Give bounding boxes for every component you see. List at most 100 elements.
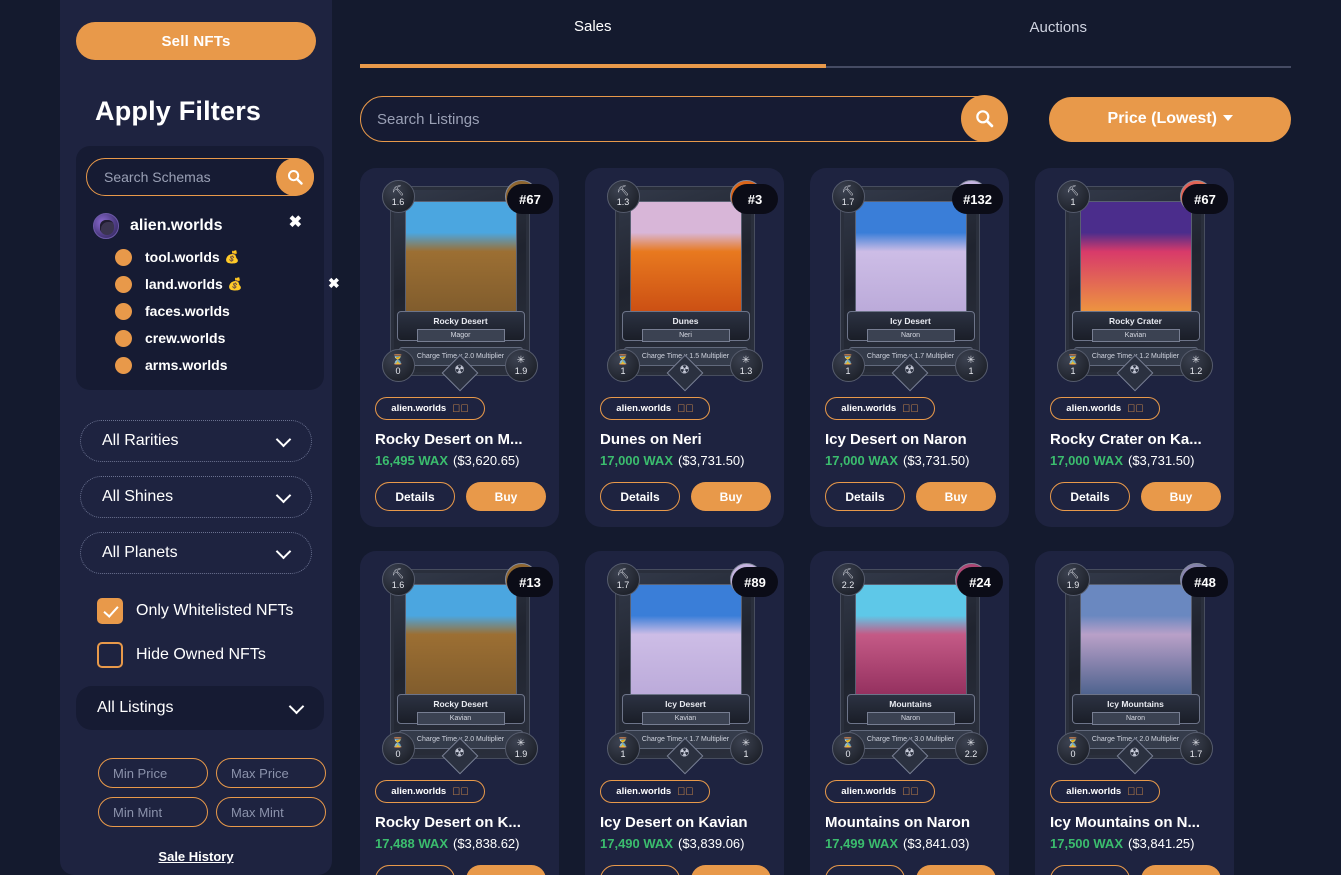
min-price-input[interactable] bbox=[98, 758, 208, 788]
buy-button[interactable]: Buy bbox=[916, 865, 996, 875]
planets-dropdown[interactable]: All Planets bbox=[80, 532, 312, 574]
details-button[interactable]: Details bbox=[1050, 865, 1130, 875]
buy-button[interactable]: Buy bbox=[466, 865, 546, 875]
nft-card[interactable]: #24 ⛏ 2.2 Mountains Naron Charge Time x … bbox=[810, 551, 1009, 875]
details-button[interactable]: Details bbox=[375, 865, 455, 875]
sort-dropdown-button[interactable]: Price (Lowest) bbox=[1049, 96, 1291, 142]
sale-history-link[interactable]: Sale History bbox=[76, 849, 316, 864]
nft-price: 16,495 WAX ($3,620.65) bbox=[375, 453, 547, 468]
nft-card-planet: Naron bbox=[866, 712, 955, 725]
nft-collection-chip[interactable]: alien.worlds ✓⃝ bbox=[600, 780, 710, 803]
nft-card[interactable]: #89 ⛏ 1.7 Icy Desert Kavian Charge Time … bbox=[585, 551, 784, 875]
nft-collection-chip[interactable]: alien.worlds ✓⃝ bbox=[1050, 397, 1160, 420]
nft-collection-chip[interactable]: alien.worlds ✓⃝ bbox=[600, 397, 710, 420]
schema-search-input[interactable] bbox=[104, 159, 274, 195]
tab-auctions[interactable]: Auctions bbox=[825, 0, 1291, 68]
pickaxe-stat: ⛏ 1.6 bbox=[381, 563, 415, 596]
schema-dot-icon bbox=[115, 275, 132, 293]
nft-card[interactable]: #3 ⛏ 1.3 Dunes Neri Charge Time x 1.5 Mu… bbox=[585, 168, 784, 527]
shines-dropdown[interactable]: All Shines bbox=[80, 476, 312, 518]
only-whitelisted-nfts-checkbox[interactable]: Only Whitelisted NFTs bbox=[97, 598, 316, 624]
schema-item-faces-worlds[interactable]: faces.worlds bbox=[115, 302, 324, 320]
buy-button[interactable]: Buy bbox=[691, 482, 771, 511]
search-icon[interactable] bbox=[961, 95, 1009, 142]
schema-search[interactable] bbox=[86, 158, 314, 196]
schema-dot-icon bbox=[115, 356, 132, 374]
schema-item-crew-worlds[interactable]: crew.worlds bbox=[115, 329, 324, 347]
nft-card[interactable]: #132 ⛏ 1.7 Icy Desert Naron Charge Time … bbox=[810, 168, 1009, 527]
remove-collection-icon[interactable]: ✖ bbox=[289, 215, 302, 231]
nft-collection-chip[interactable]: alien.worlds ✓⃝ bbox=[825, 780, 935, 803]
nft-price-usd: ($3,838.62) bbox=[453, 836, 520, 851]
nft-collection-chip[interactable]: alien.worlds ✓⃝ bbox=[375, 780, 485, 803]
nft-price: 17,499 WAX ($3,841.03) bbox=[825, 836, 997, 851]
nft-price: 17,000 WAX ($3,731.50) bbox=[600, 453, 772, 468]
chevron-down-icon bbox=[288, 698, 305, 715]
buy-button[interactable]: Buy bbox=[466, 482, 546, 511]
details-button[interactable]: Details bbox=[600, 865, 680, 875]
nft-card[interactable]: #48 ⛏ 1.9 Icy Mountains Naron Charge Tim… bbox=[1035, 551, 1234, 875]
money-bag-icon: 💰 bbox=[224, 250, 240, 264]
nft-collection-chip[interactable]: alien.worlds ✓⃝ bbox=[825, 397, 935, 420]
tab-sales[interactable]: Sales bbox=[360, 0, 826, 68]
checkbox-checked-icon[interactable] bbox=[97, 598, 123, 624]
details-button[interactable]: Details bbox=[600, 482, 680, 511]
buy-button[interactable]: Buy bbox=[1141, 482, 1221, 511]
nft-card-planet: Naron bbox=[866, 329, 955, 342]
nft-thumbnail bbox=[629, 201, 742, 321]
schema-item-tool-worlds[interactable]: tool.worlds 💰 bbox=[115, 248, 324, 266]
buy-button[interactable]: Buy bbox=[916, 482, 996, 511]
nft-price-usd: ($3,731.50) bbox=[1128, 453, 1195, 468]
schema-dot-icon bbox=[115, 329, 132, 347]
buy-button[interactable]: Buy bbox=[691, 865, 771, 875]
nft-price-usd: ($3,841.25) bbox=[1128, 836, 1195, 851]
main-content: Sales Auctions Price (Lowest) #67 ⛏ 1.6 bbox=[360, 0, 1291, 875]
delay-stat: ⏳ 1 bbox=[1056, 349, 1090, 382]
delay-stat-value: 0 bbox=[395, 365, 401, 376]
nft-card-actions: Details Buy bbox=[825, 865, 997, 875]
search-input[interactable] bbox=[377, 97, 967, 141]
listings-dropdown[interactable]: All Listings bbox=[76, 686, 324, 730]
price-mint-filters bbox=[98, 758, 326, 827]
buy-button[interactable]: Buy bbox=[1141, 865, 1221, 875]
nft-collection-label: alien.worlds bbox=[841, 403, 897, 414]
nft-title: Rocky Desert on M... bbox=[375, 431, 523, 448]
nft-title: Rocky Desert on K... bbox=[375, 814, 521, 831]
hide-owned-nfts-checkbox[interactable]: Hide Owned NFTs bbox=[97, 642, 316, 668]
nft-collection-label: alien.worlds bbox=[391, 403, 447, 414]
min-mint-input[interactable] bbox=[98, 797, 208, 827]
pickaxe-icon: ⛏ bbox=[1066, 185, 1080, 197]
schema-item-arms-worlds[interactable]: arms.worlds bbox=[115, 356, 324, 374]
max-price-input[interactable] bbox=[216, 758, 326, 788]
nft-price: 17,000 WAX ($3,731.50) bbox=[825, 453, 997, 468]
power-stat-value: 1 bbox=[743, 748, 749, 759]
checkbox-unchecked-icon[interactable] bbox=[97, 642, 123, 668]
nft-card[interactable]: #67 ⛏ 1 Rocky Crater Kavian Charge Time … bbox=[1035, 168, 1234, 527]
nft-card[interactable]: #67 ⛏ 1.6 Rocky Desert Magor Charge Time… bbox=[360, 168, 559, 527]
remove-schema-icon[interactable]: ✖ bbox=[328, 275, 340, 292]
nft-thumbnail bbox=[1079, 201, 1192, 321]
nft-collection-label: alien.worlds bbox=[616, 786, 672, 797]
details-button[interactable]: Details bbox=[825, 865, 905, 875]
nft-thumbnail bbox=[854, 201, 967, 321]
details-button[interactable]: Details bbox=[825, 482, 905, 511]
power-stat-value: 1.9 bbox=[514, 748, 528, 759]
rarities-dropdown-label: All Rarities bbox=[102, 432, 179, 449]
sort-dropdown-label: Price (Lowest) bbox=[1107, 110, 1217, 127]
sell-nfts-button[interactable]: Sell NFTs bbox=[76, 22, 316, 60]
schema-search-icon[interactable] bbox=[276, 158, 314, 196]
nft-card-actions: Details Buy bbox=[1050, 482, 1222, 511]
details-button[interactable]: Details bbox=[1050, 482, 1130, 511]
verified-check-icon: ✓⃝ bbox=[902, 402, 919, 415]
nft-collection-chip[interactable]: alien.worlds ✓⃝ bbox=[1050, 780, 1160, 803]
details-button[interactable]: Details bbox=[375, 482, 455, 511]
listing-search[interactable] bbox=[360, 95, 1009, 142]
nft-price-wax: 17,000 WAX bbox=[825, 453, 898, 468]
collection-row-alien-worlds[interactable]: alien.worlds ✖ bbox=[93, 213, 324, 239]
nft-collection-chip[interactable]: alien.worlds ✓⃝ bbox=[375, 397, 485, 420]
max-mint-input[interactable] bbox=[216, 797, 326, 827]
power-stat-value: 1.9 bbox=[514, 365, 528, 376]
schema-item-land-worlds[interactable]: land.worlds 💰 ✖ bbox=[115, 275, 340, 293]
rarities-dropdown[interactable]: All Rarities bbox=[80, 420, 312, 462]
nft-card[interactable]: #13 ⛏ 1.6 Rocky Desert Kavian Charge Tim… bbox=[360, 551, 559, 875]
